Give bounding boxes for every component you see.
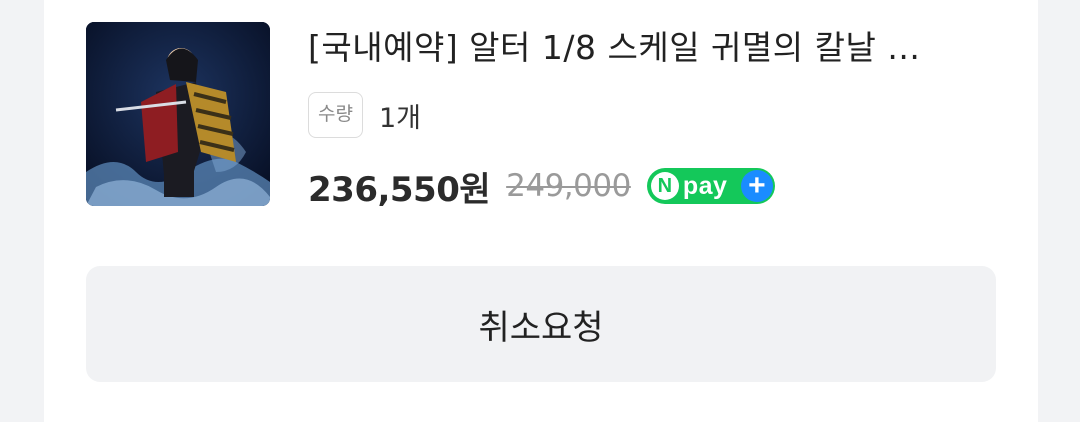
- plus-icon: +: [740, 170, 773, 202]
- npay-n-icon: N: [650, 172, 679, 200]
- npay-plus-badge: N pay +: [646, 168, 775, 204]
- sale-price: 236,550원: [308, 169, 491, 210]
- quantity-row: 수량 1개: [308, 92, 421, 138]
- original-price: 249,000: [506, 168, 631, 204]
- npay-label: pay: [682, 172, 728, 200]
- product-thumbnail[interactable]: [86, 22, 270, 206]
- price-row: 236,550원 249,000 N pay +: [308, 160, 775, 212]
- cancel-request-button[interactable]: 취소요청: [86, 266, 996, 382]
- quantity-label: 수량: [308, 92, 363, 138]
- quantity-value: 1개: [378, 102, 421, 134]
- product-image: [86, 22, 270, 206]
- order-item-card: [국내예약] 알터 1/8 스케일 귀멸의 칼날 ... 수량 1개 236,5…: [44, 0, 1038, 422]
- product-title[interactable]: [국내예약] 알터 1/8 스케일 귀멸의 칼날 ...: [308, 24, 988, 72]
